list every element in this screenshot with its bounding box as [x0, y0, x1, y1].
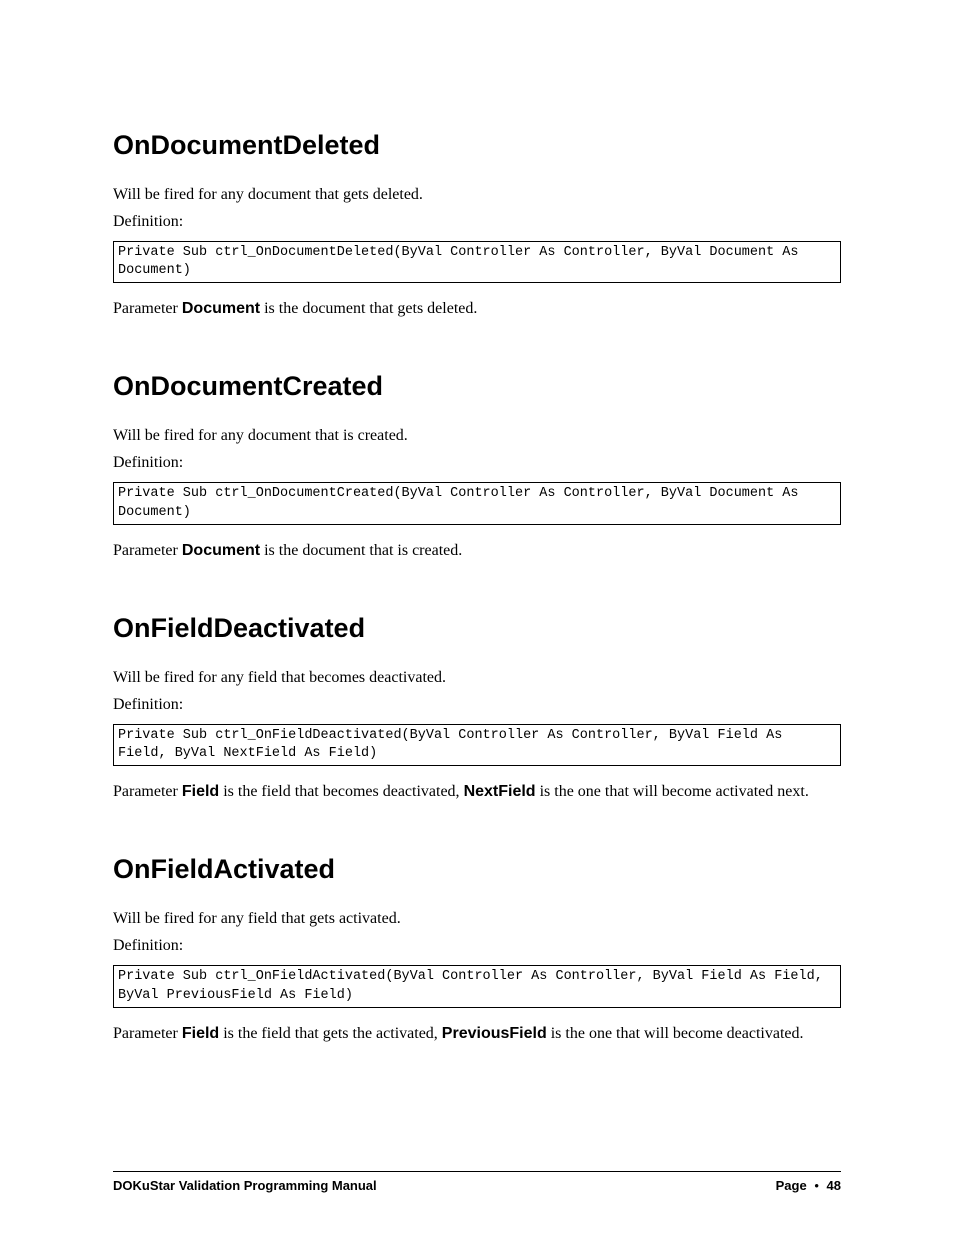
intro-text: Will be fired for any field that becomes… — [113, 666, 841, 690]
footer-right: Page • 48 — [776, 1178, 841, 1193]
definition-label: Definition: — [113, 213, 841, 231]
param-name-2: PreviousField — [442, 1025, 547, 1042]
param-name: Field — [182, 1025, 219, 1042]
param-name: Field — [182, 783, 219, 800]
intro-text: Will be fired for any document that gets… — [113, 183, 841, 207]
footer-page-number: 48 — [827, 1178, 841, 1193]
footer-divider — [113, 1171, 841, 1172]
intro-text: Will be fired for any field that gets ac… — [113, 907, 841, 931]
footer-left-text: DOKuStar Validation Programming Manual — [113, 1178, 377, 1193]
page-footer: DOKuStar Validation Programming Manual P… — [113, 1171, 841, 1193]
param-pre: Parameter — [113, 300, 182, 317]
param-name: Document — [182, 300, 260, 317]
heading-ondocumentdeleted: OnDocumentDeleted — [113, 130, 841, 161]
code-block: Private Sub ctrl_OnDocumentDeleted(ByVal… — [113, 241, 841, 283]
param-pre: Parameter — [113, 783, 182, 800]
definition-label: Definition: — [113, 937, 841, 955]
parameter-description: Parameter Field is the field that become… — [113, 780, 841, 804]
param-name: Document — [182, 542, 260, 559]
parameter-description: Parameter Field is the field that gets t… — [113, 1022, 841, 1046]
intro-text: Will be fired for any document that is c… — [113, 424, 841, 448]
param-mid: is the document that gets deleted. — [260, 300, 477, 317]
heading-ondocumentcreated: OnDocumentCreated — [113, 371, 841, 402]
param-post: is the one that will become activated ne… — [536, 783, 809, 800]
footer-bullet-icon: • — [810, 1178, 823, 1193]
code-block: Private Sub ctrl_OnDocumentCreated(ByVal… — [113, 482, 841, 524]
page-content: OnDocumentDeleted Will be fired for any … — [0, 0, 954, 1046]
definition-label: Definition: — [113, 454, 841, 472]
param-mid: is the field that gets the activated, — [219, 1025, 442, 1042]
code-block: Private Sub ctrl_OnFieldDeactivated(ByVa… — [113, 724, 841, 766]
heading-onfieldactivated: OnFieldActivated — [113, 854, 841, 885]
param-pre: Parameter — [113, 1025, 182, 1042]
code-block: Private Sub ctrl_OnFieldActivated(ByVal … — [113, 965, 841, 1007]
param-post: is the one that will become deactivated. — [547, 1025, 804, 1042]
parameter-description: Parameter Document is the document that … — [113, 297, 841, 321]
heading-onfielddeactivated: OnFieldDeactivated — [113, 613, 841, 644]
definition-label: Definition: — [113, 696, 841, 714]
parameter-description: Parameter Document is the document that … — [113, 539, 841, 563]
param-mid: is the field that becomes deactivated, — [219, 783, 463, 800]
footer-row: DOKuStar Validation Programming Manual P… — [113, 1178, 841, 1193]
param-pre: Parameter — [113, 542, 182, 559]
param-mid: is the document that is created. — [260, 542, 462, 559]
param-name-2: NextField — [464, 783, 536, 800]
footer-page-label: Page — [776, 1178, 807, 1193]
